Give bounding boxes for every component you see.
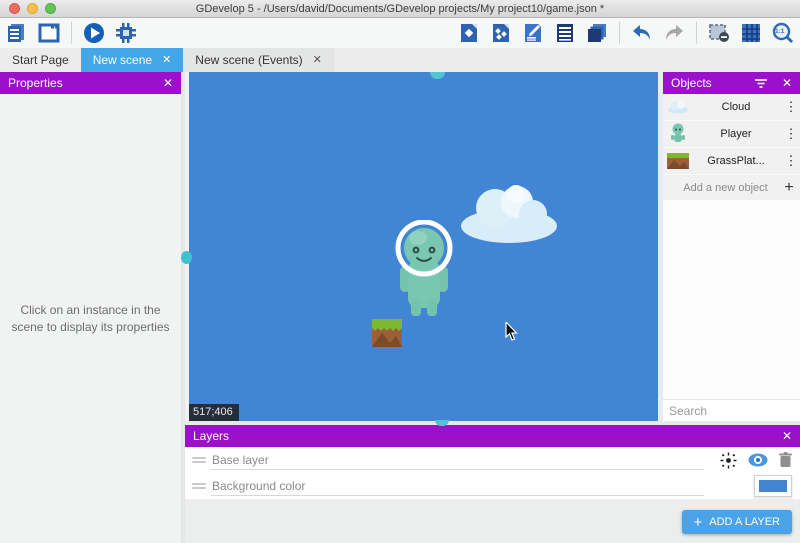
toolbar: 1:1 [0, 18, 800, 48]
layer-name-underline [211, 495, 704, 496]
close-properties-icon[interactable]: ✕ [163, 76, 173, 90]
object-name: GrassPlat... [690, 155, 782, 167]
object-menu-icon[interactable]: ⋮ [782, 153, 800, 169]
zoom-options-button[interactable]: 1:1 [770, 20, 796, 46]
object-menu-icon[interactable]: ⋮ [782, 126, 800, 142]
open-objects-editor-button[interactable] [456, 20, 482, 46]
tab-new-scene[interactable]: New scene ✕ [81, 48, 184, 72]
objects-search [663, 399, 800, 421]
add-object-label: Add a new object [663, 182, 778, 194]
mouse-cursor [505, 322, 519, 342]
layer-effects-icon[interactable] [720, 452, 737, 469]
launch-preview-button[interactable] [81, 20, 107, 46]
undo-icon [630, 21, 654, 45]
properties-empty-message: Click on an instance in the scene to dis… [8, 302, 173, 337]
add-layer-label: ADD A LAYER [709, 516, 780, 528]
background-color-picker[interactable] [754, 475, 792, 497]
gdevelop-window: GDevelop 5 - /Users/david/Documents/GDev… [0, 0, 800, 543]
mask-icon [707, 21, 731, 45]
plus-icon: + [694, 514, 703, 531]
objects-list-empty-area [663, 200, 800, 399]
layers-footer: + ADD A LAYER + ADD LIGHTING LAYER [185, 499, 800, 543]
cloud-instance[interactable] [459, 182, 559, 244]
undo-button[interactable] [629, 20, 655, 46]
instances-list-button[interactable] [552, 20, 578, 46]
launch-debugger-button[interactable] [113, 20, 139, 46]
player-instance[interactable] [394, 220, 454, 322]
edit-properties-icon [521, 21, 545, 45]
instances-list-icon [553, 21, 577, 45]
object-item-cloud[interactable]: Cloud ⋮ [663, 94, 800, 121]
add-layer-button[interactable]: + ADD A LAYER [682, 510, 792, 534]
properties-panel-title: Properties [8, 76, 63, 90]
layer-name: Background color [212, 479, 305, 493]
toolbar-divider [619, 22, 620, 44]
panel-resize-handle[interactable] [181, 251, 192, 264]
close-layers-icon[interactable]: ✕ [782, 429, 792, 443]
object-item-player[interactable]: Player ⋮ [663, 121, 800, 148]
toggle-mask-button[interactable] [706, 20, 732, 46]
titlebar: GDevelop 5 - /Users/david/Documents/GDev… [0, 0, 800, 18]
toolbar-divider [696, 22, 697, 44]
scene-properties-button[interactable] [520, 20, 546, 46]
layer-row-base[interactable]: Base layer [185, 447, 800, 473]
plus-icon: + [778, 179, 800, 197]
tab-label: New scene [93, 53, 152, 67]
grid-icon [739, 21, 763, 45]
layer-name-underline [211, 469, 704, 470]
redo-button[interactable] [661, 20, 687, 46]
tab-start-page[interactable]: Start Page [0, 48, 81, 72]
layers-editor-icon [585, 21, 609, 45]
object-groups-icon [489, 21, 513, 45]
player-thumbnail-icon [666, 123, 690, 145]
toggle-grid-button[interactable] [738, 20, 764, 46]
drag-handle-icon[interactable] [192, 455, 206, 465]
search-input[interactable] [669, 404, 800, 418]
grass-thumbnail-icon [666, 150, 690, 172]
objects-panel-title: Objects [671, 76, 712, 90]
tab-label: New scene (Events) [195, 53, 302, 67]
zoom-icon: 1:1 [771, 21, 795, 45]
layer-name: Base layer [212, 453, 269, 467]
tab-label: Start Page [12, 53, 69, 67]
tab-bar: Start Page New scene ✕ New scene (Events… [0, 48, 800, 72]
toolbar-divider [71, 22, 72, 44]
project-manager-icon [5, 21, 29, 45]
cursor-coordinates: 517;406 [189, 404, 239, 421]
layer-delete-icon[interactable] [779, 452, 792, 468]
objects-editor-icon [457, 21, 481, 45]
zoom-ratio-label: 1:1 [775, 28, 784, 35]
close-tab-icon[interactable]: ✕ [313, 55, 322, 66]
close-objects-icon[interactable]: ✕ [782, 76, 792, 90]
window-title: GDevelop 5 - /Users/david/Documents/GDev… [0, 3, 800, 15]
layer-visibility-icon[interactable] [748, 453, 768, 467]
window-icon [37, 21, 61, 45]
scene-canvas[interactable]: 517;406 [189, 72, 658, 421]
debug-icon [114, 21, 138, 45]
object-name: Cloud [690, 101, 782, 113]
play-icon [82, 21, 106, 45]
properties-panel: Properties ✕ Click on an instance in the… [0, 72, 185, 543]
object-menu-icon[interactable]: ⋮ [782, 99, 800, 115]
project-manager-button[interactable] [4, 20, 30, 46]
background-color-swatch [759, 480, 787, 492]
object-name: Player [690, 128, 782, 140]
grass-platform-instance[interactable] [372, 319, 402, 347]
redo-icon [662, 21, 686, 45]
start-page-button[interactable] [36, 20, 62, 46]
tab-new-scene-events[interactable]: New scene (Events) ✕ [183, 48, 334, 72]
open-object-groups-button[interactable] [488, 20, 514, 46]
layers-panel: Layers ✕ Base layer Background [185, 421, 800, 543]
close-tab-icon[interactable]: ✕ [162, 55, 171, 66]
objects-panel: Objects ✕ Cloud ⋮ Player ⋮ Grass [663, 72, 800, 421]
layers-panel-title: Layers [193, 429, 229, 443]
filter-icon[interactable] [754, 77, 768, 89]
open-layers-editor-button[interactable] [584, 20, 610, 46]
object-item-grassplatform[interactable]: GrassPlat... ⋮ [663, 148, 800, 175]
layer-row-background-color[interactable]: Background color [185, 473, 800, 499]
drag-handle-icon[interactable] [192, 481, 206, 491]
cloud-thumbnail-icon [666, 96, 690, 118]
add-new-object-button[interactable]: Add a new object + [663, 175, 800, 200]
